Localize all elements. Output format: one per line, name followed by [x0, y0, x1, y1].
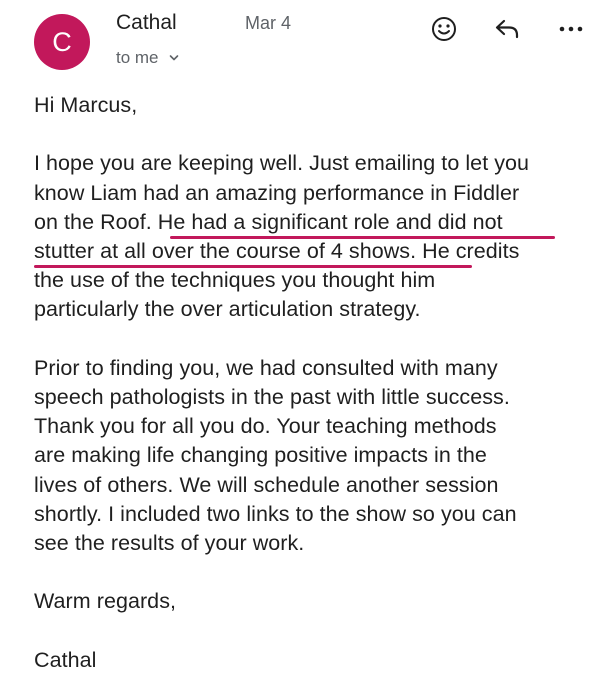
email-header: C Cathal Mar 4 to me — [0, 0, 616, 80]
highlight-underline — [34, 265, 472, 268]
paragraph-line: particularly the over articulation strat… — [34, 297, 421, 322]
recipient-label: to me — [116, 48, 159, 67]
text-segment: on the Roof. — [34, 209, 158, 234]
more-options-icon[interactable] — [556, 14, 586, 44]
sender-name[interactable]: Cathal — [116, 11, 177, 35]
paragraph-line: on the Roof. He had a significant role a… — [34, 208, 604, 237]
email-date: Mar 4 — [245, 13, 292, 33]
paragraph-2: Prior to finding you, we had consulted w… — [34, 355, 517, 556]
email-body: Hi Marcus, I hope you are keeping well. … — [34, 91, 604, 675]
sender-avatar[interactable]: C — [34, 14, 90, 70]
recipient-details-toggle[interactable]: to me — [116, 48, 179, 68]
paragraph-line: stutter at all over the course of 4 show… — [34, 237, 604, 266]
paragraph-line: know Liam had an amazing performance in … — [34, 180, 520, 205]
text-segment: He credits — [416, 239, 520, 263]
highlight-underline — [170, 236, 555, 239]
paragraph-line: the use of the techniques you thought hi… — [34, 268, 436, 293]
emoji-reaction-icon[interactable] — [429, 14, 459, 44]
chevron-down-icon — [169, 55, 178, 61]
paragraph-line: I hope you are keeping well. Just emaili… — [34, 151, 530, 176]
reply-icon[interactable] — [492, 14, 522, 44]
greeting: Hi Marcus, — [34, 93, 138, 117]
highlighted-sentence-part-2: stutter at all over the course of 4 show… — [34, 239, 417, 263]
highlighted-sentence-part-1: He had a significant role and did not — [157, 209, 503, 234]
closing: Warm regards, — [34, 589, 177, 614]
signature: Cathal — [34, 647, 97, 672]
